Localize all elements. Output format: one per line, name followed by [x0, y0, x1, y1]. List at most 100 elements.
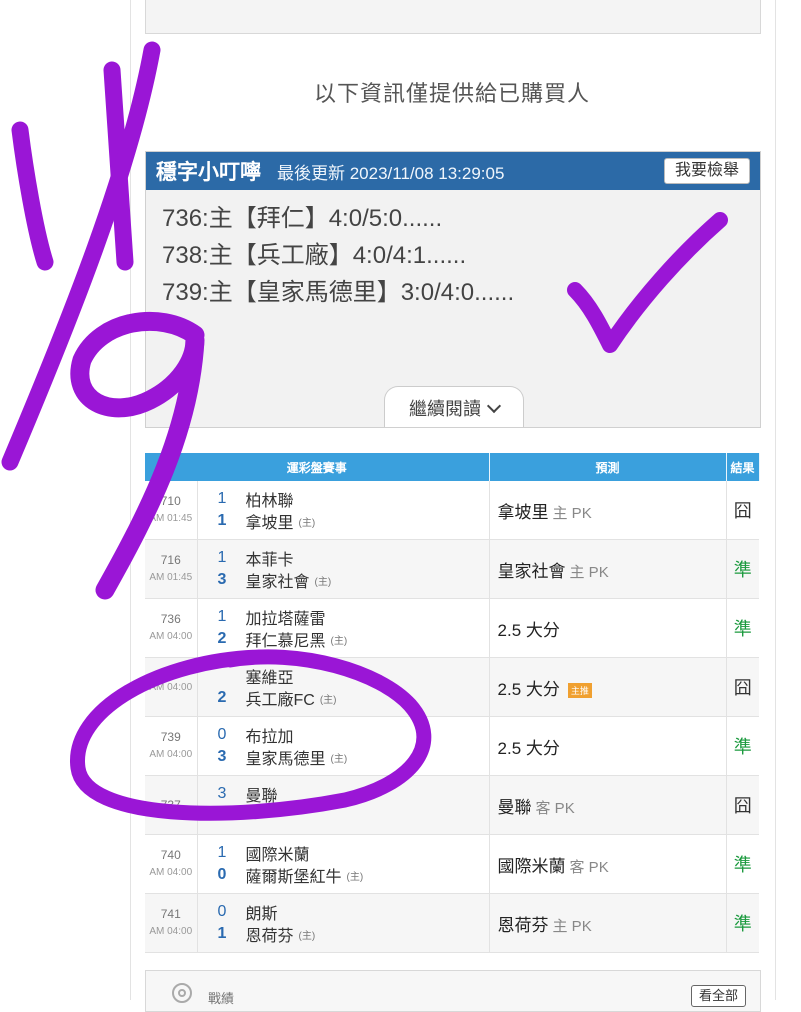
home-tag: (主) [346, 871, 364, 883]
home-score: 3 [217, 748, 227, 765]
home-team-name: 皇家社會 [245, 574, 310, 591]
away-team-row: 1 本菲卡 [198, 547, 489, 569]
report-button[interactable]: 我要檢舉 [663, 158, 750, 184]
match-id-cell: 741 AM 04:00 [145, 893, 198, 953]
away-score: 1 [217, 608, 227, 625]
column-header-match: 運彩盤賽事 [145, 453, 490, 481]
home-team-row: 3 皇家馬德里 (主) [198, 746, 489, 768]
match-cell: 塞維亞 2 兵工廠FC (主) [197, 657, 490, 717]
top-panel [145, 0, 761, 34]
prediction-value: 皇家社會 [497, 561, 566, 581]
match-cell: 0 朗斯 1 恩荷芬 (主) [197, 893, 490, 953]
right-rail [775, 0, 801, 1000]
match-id: 740 [160, 848, 181, 862]
away-team-row: 塞維亞 [198, 665, 489, 687]
record-bar: 戰績 看全部 [145, 970, 761, 1012]
result-cell: 囧 [726, 775, 760, 835]
message-line: 736:主【拜仁】4:0/5:0...... [162, 205, 443, 232]
column-header-prediction: 預測 [489, 453, 727, 481]
home-score: 2 [217, 630, 227, 647]
away-team-row: 1 加拉塔薩雷 [198, 606, 489, 628]
table-row[interactable]: AM 04:00 塞維亞 2 兵工廠FC (主) 2.5 大分 主推囧 [145, 657, 760, 717]
message-lines: 736:主【拜仁】4:0/5:0...... 738:主【兵工廠】4:0/4:1… [146, 190, 760, 311]
last-updated: 最後更新 2023/11/08 13:29:05 [277, 163, 505, 183]
result-cell: 準 [726, 893, 760, 953]
chevron-down-icon [486, 398, 502, 414]
home-tag: (主) [314, 576, 332, 588]
home-team-row: 3 皇家社會 (主) [198, 569, 489, 591]
result-cell: 囧 [726, 657, 760, 717]
result-cell: 準 [726, 834, 760, 894]
away-team-row: 1 柏林聯 [198, 488, 489, 510]
match-cell: 1 柏林聯 1 拿坡里 (主) [197, 481, 490, 540]
left-rail [0, 0, 131, 1000]
read-more-button[interactable]: 繼續閱讀 [384, 386, 524, 427]
prediction-value: 2.5 大分 [497, 679, 560, 699]
match-time: AM 01:45 [149, 513, 193, 524]
match-time: AM 01:45 [149, 572, 193, 583]
prediction-type: 主 PK [552, 504, 592, 522]
read-more-label: 繼續閱讀 [409, 399, 481, 419]
prediction-value: 2.5 大分 [497, 738, 560, 758]
match-time: AM 04:00 [149, 926, 193, 937]
table-row[interactable]: 741 AM 04:00 0 朗斯 1 恩荷芬 (主) 恩荷芬主 PK 準 [145, 893, 760, 953]
match-id: 739 [160, 730, 181, 744]
table-header: 運彩盤賽事 預測 結果 [145, 453, 760, 481]
match-id: 736 [160, 612, 181, 626]
message-panel: 穩字小叮嚀 最後更新 2023/11/08 13:29:05 我要檢舉 736:… [145, 151, 761, 428]
result-cell: 準 [726, 598, 760, 658]
home-team-row: 2 兵工廠FC (主) [198, 687, 489, 709]
away-team-name: 加拉塔薩雷 [245, 611, 326, 628]
match-time: AM 04:00 [149, 681, 193, 693]
table-row[interactable]: 710 AM 01:45 1 柏林聯 1 拿坡里 (主) 拿坡里主 PK 囧 [145, 481, 760, 540]
prediction-type: 客 PK [569, 858, 609, 876]
home-score: 3 [217, 571, 227, 588]
away-score: 1 [217, 549, 227, 566]
result-cell: 準 [726, 539, 760, 599]
match-cell: 1 加拉塔薩雷 2 拜仁慕尼黑 (主) [197, 598, 490, 658]
match-cell: 3 曼聯 [197, 775, 490, 835]
prediction-value: 曼聯 [497, 797, 532, 817]
message-line: 738:主【兵工廠】4:0/4:1...... [162, 242, 467, 269]
home-tag: (主) [330, 753, 348, 765]
record-label: 戰績 [208, 991, 235, 1006]
table-row[interactable]: 736 AM 04:00 1 加拉塔薩雷 2 拜仁慕尼黑 (主) 2.5 大分 準 [145, 598, 760, 658]
away-score: 3 [217, 785, 227, 802]
away-team-row: 3 曼聯 [198, 783, 489, 805]
away-team-name: 布拉加 [245, 729, 294, 746]
table-row[interactable]: 737 3 曼聯 曼聯客 PK 囧 [145, 775, 760, 835]
home-score: 0 [217, 866, 227, 883]
prediction-cell: 恩荷芬主 PK [489, 893, 727, 953]
prediction-value: 拿坡里 [497, 502, 549, 522]
table-row[interactable]: 739 AM 04:00 0 布拉加 3 皇家馬德里 (主) 2.5 大分 準 [145, 716, 760, 776]
home-team-name: 恩荷芬 [245, 928, 294, 945]
match-time: AM 04:00 [149, 631, 193, 642]
away-score: 1 [217, 490, 227, 507]
away-team-name: 塞維亞 [245, 670, 294, 687]
match-id-cell: 716 AM 01:45 [145, 539, 198, 599]
prediction-value: 國際米蘭 [497, 856, 566, 876]
prediction-cell: 2.5 大分 [489, 716, 727, 776]
home-team-name: 兵工廠FC [245, 692, 315, 709]
home-team-name: 拜仁慕尼黑 [245, 633, 326, 650]
away-score: 0 [217, 726, 227, 743]
home-team-name: 皇家馬德里 [245, 751, 326, 768]
prediction-cell: 曼聯客 PK [489, 775, 727, 835]
home-score: 1 [217, 512, 227, 529]
home-team-name: 薩爾斯堡紅牛 [245, 869, 342, 886]
match-cell: 1 國際米蘭 0 薩爾斯堡紅牛 (主) [197, 834, 490, 894]
match-time: AM 04:00 [149, 749, 193, 760]
prediction-cell: 2.5 大分 [489, 598, 727, 658]
home-team-row: 0 薩爾斯堡紅牛 (主) [198, 864, 489, 886]
record-icon [172, 983, 192, 1003]
away-team-name: 本菲卡 [245, 552, 294, 569]
table-row[interactable]: 716 AM 01:45 1 本菲卡 3 皇家社會 (主) 皇家社會主 PK 準 [145, 539, 760, 599]
away-team-name: 柏林聯 [245, 493, 294, 510]
table-row[interactable]: 740 AM 04:00 1 國際米蘭 0 薩爾斯堡紅牛 (主) 國際米蘭客 PK 準 [145, 834, 760, 894]
see-all-button[interactable]: 看全部 [690, 985, 746, 1007]
away-team-name: 曼聯 [245, 788, 278, 805]
prediction-cell: 拿坡里主 PK [489, 481, 727, 540]
home-score: 1 [217, 925, 227, 942]
prediction-cell: 國際米蘭客 PK [489, 834, 727, 894]
home-team-row: 2 拜仁慕尼黑 (主) [198, 628, 489, 650]
